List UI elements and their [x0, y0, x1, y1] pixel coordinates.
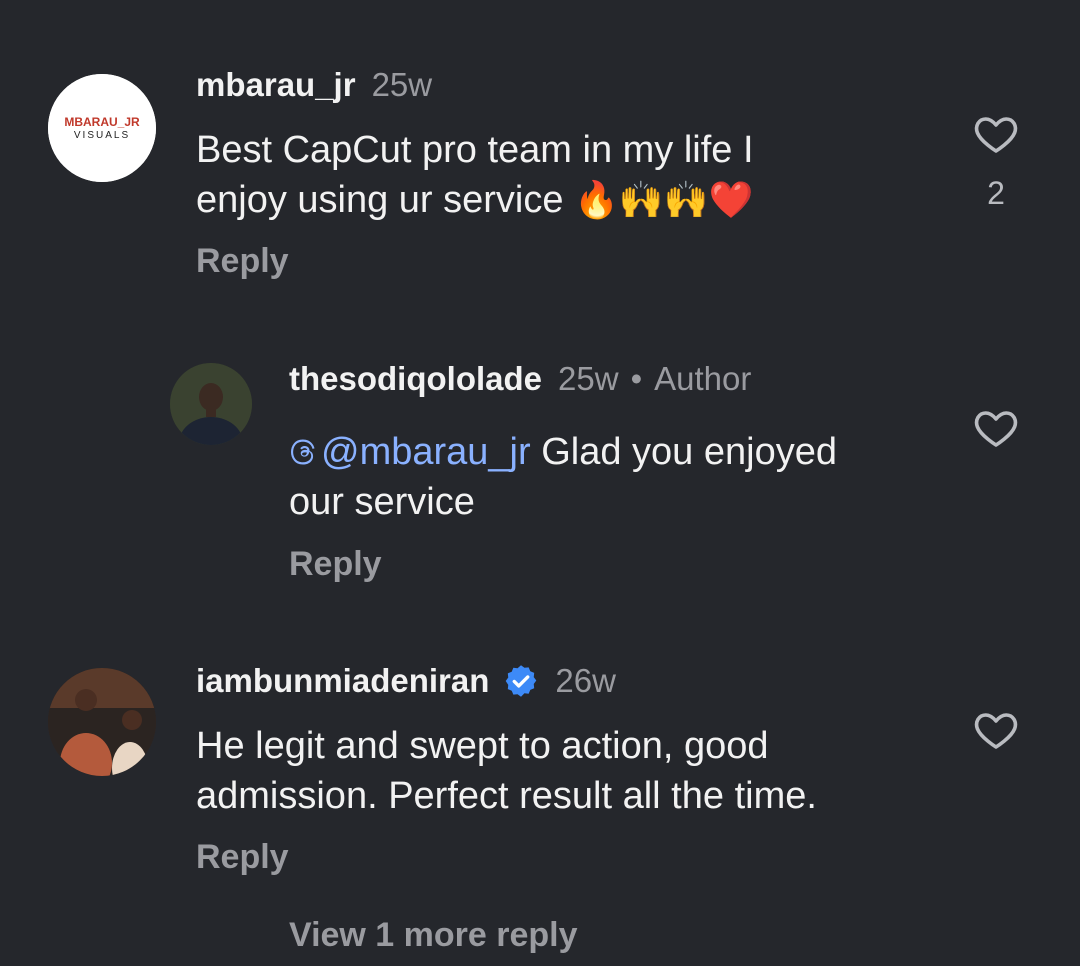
comment-text-line: admission. Perfect result all the time. [196, 775, 817, 817]
comment-meta: mbarau_jr 25w [196, 66, 432, 104]
comment-text-line: enjoy using ur service 🔥🙌🙌❤️ [196, 175, 754, 225]
like-count: 2 [987, 175, 1005, 211]
avatar-logo-bottom: VISUALS [74, 130, 130, 141]
comment-meta: thesodiqololade 25w • Author [289, 360, 751, 398]
heart-outline-icon[interactable] [972, 706, 1020, 754]
author-badge: Author [654, 360, 752, 397]
comments-thread: MBARAU_JR VISUALS mbarau_jr 25w Best Cap… [0, 0, 1080, 966]
comment-text-line: Best CapCut pro team in my life I [196, 129, 754, 171]
comment-text: He legit and swept to action, good admis… [196, 721, 817, 821]
reply-button[interactable]: Reply [196, 242, 289, 281]
reply-button[interactable]: Reply [196, 838, 289, 877]
view-more-replies-button[interactable]: View 1 more reply [289, 916, 578, 955]
verified-badge-icon [506, 665, 537, 697]
avatar-photo [170, 363, 252, 445]
threads-at-icon [291, 439, 315, 465]
avatar-logo-top: MBARAU_JR [64, 115, 140, 129]
heart-outline-icon[interactable] [972, 110, 1020, 158]
comment-text: @mbarau_jr Glad you enjoyed our service [289, 427, 837, 527]
avatar[interactable] [170, 363, 252, 445]
avatar-logo-image: MBARAU_JR VISUALS [48, 74, 156, 182]
mention-link[interactable]: @mbarau_jr [289, 431, 531, 473]
comment-text-segment: Glad you enjoyed [530, 431, 837, 473]
comment-text-line: @mbarau_jr Glad you enjoyed [289, 427, 837, 477]
comment-meta: iambunmiadeniran 26w [196, 662, 616, 700]
username[interactable]: iambunmiadeniran [196, 662, 489, 700]
comment-text-segment: enjoy using ur service [196, 179, 564, 221]
reply-button[interactable]: Reply [289, 545, 382, 584]
avatar[interactable] [48, 668, 156, 776]
timestamp: 26w [555, 662, 616, 699]
comment-text-line: our service [289, 481, 475, 523]
avatar-photo [48, 668, 156, 776]
emoji-group: 🔥🙌🙌❤️ [574, 179, 754, 220]
separator-dot: • [630, 360, 643, 397]
comment-text: Best CapCut pro team in my life I enjoy … [196, 125, 754, 225]
timestamp: 25w [558, 360, 619, 397]
comment-text-line: He legit and swept to action, good [196, 725, 769, 767]
timestamp: 25w [371, 66, 433, 103]
heart-outline-icon[interactable] [972, 404, 1020, 452]
username[interactable]: thesodiqololade [289, 360, 542, 398]
avatar[interactable]: MBARAU_JR VISUALS [48, 74, 156, 182]
mention-text: @mbarau_jr [321, 431, 531, 473]
username[interactable]: mbarau_jr [196, 66, 356, 104]
